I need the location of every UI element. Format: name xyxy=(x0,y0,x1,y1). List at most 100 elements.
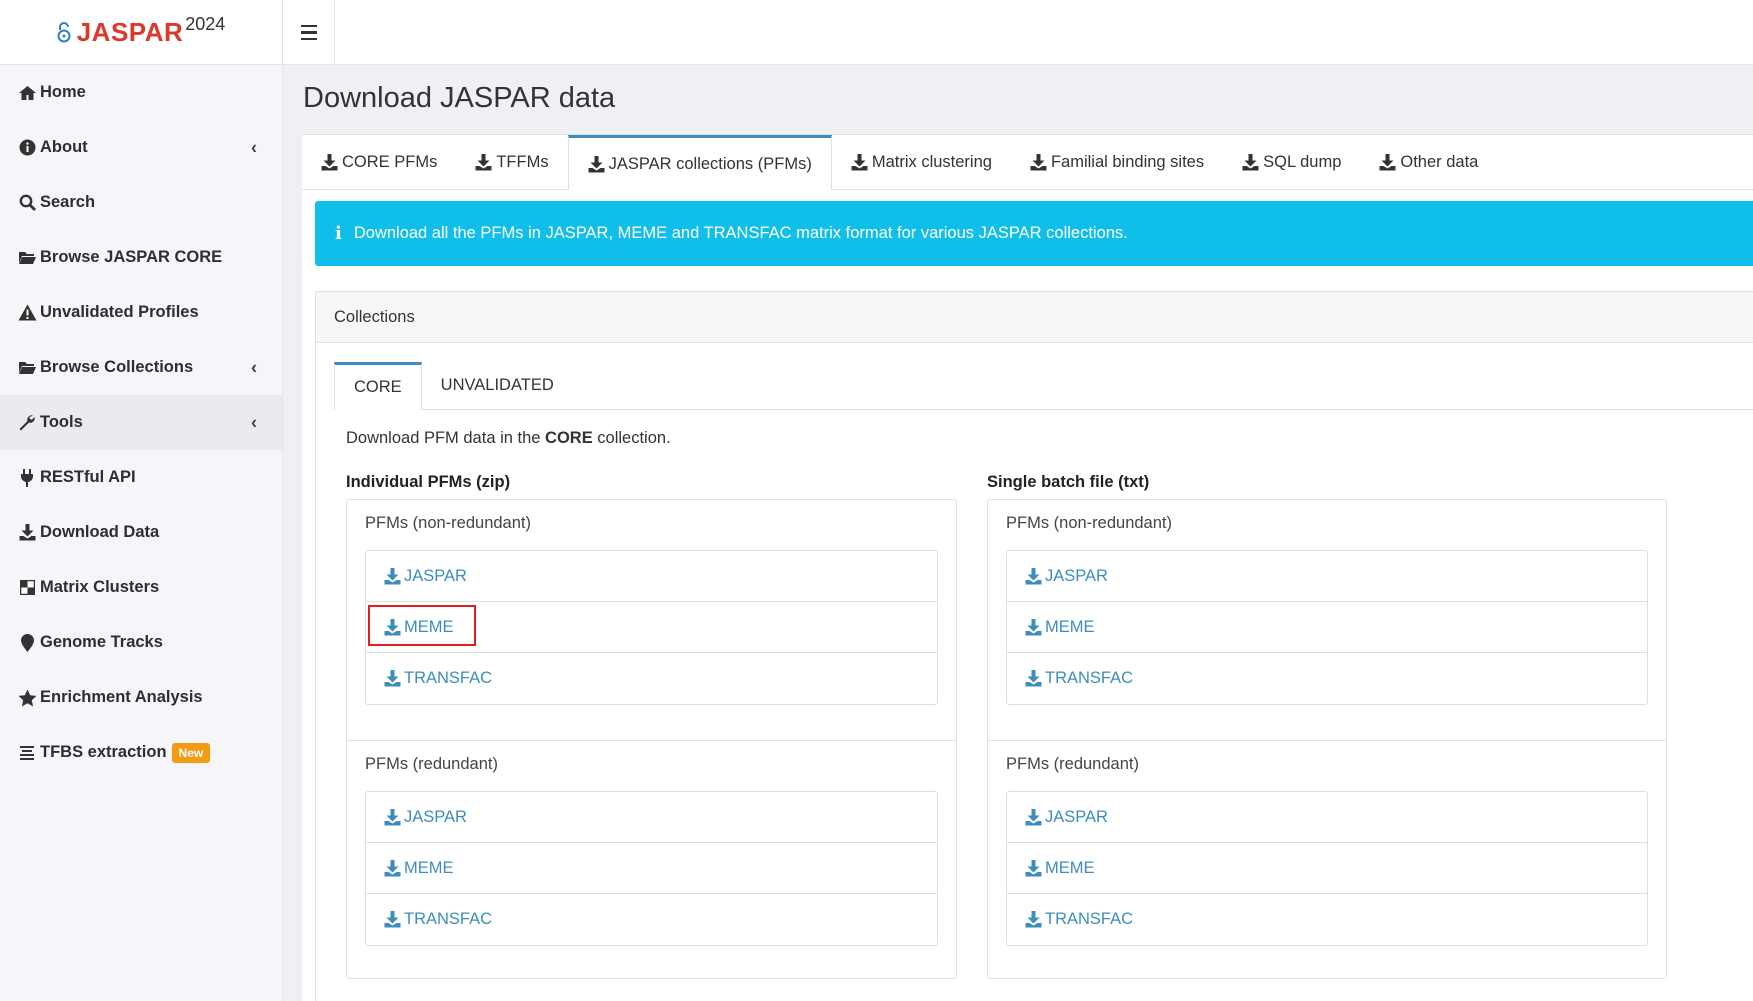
link-list: JASPAR MEME TRANSFAC xyxy=(1006,791,1648,946)
link-label: JASPAR xyxy=(1045,566,1108,585)
main-content: Download JASPAR data CORE PFMs TFFMs JAS… xyxy=(284,66,1753,1001)
link-list: JASPAR MEME TRANSFAC xyxy=(1006,550,1648,705)
link-label: TRANSFAC xyxy=(1045,669,1134,687)
download-link-meme[interactable]: MEME xyxy=(366,602,937,653)
download-link-transfac[interactable]: TRANSFAC xyxy=(366,894,937,945)
download-link-meme[interactable]: MEME xyxy=(1007,843,1647,894)
download-icon xyxy=(384,618,401,635)
panel-title: Collections xyxy=(316,292,1753,343)
tab-sql-dump[interactable]: SQL dump xyxy=(1223,135,1360,189)
folder-open-icon xyxy=(17,249,37,267)
intro-text: collection. xyxy=(592,429,671,447)
sidebar-item-tools[interactable]: Tools ‹ xyxy=(0,395,282,450)
download-link-jaspar[interactable]: JASPAR xyxy=(1007,792,1647,843)
download-icon xyxy=(1025,911,1042,928)
download-icon xyxy=(1379,153,1396,170)
tab-label: Familial binding sites xyxy=(1050,152,1205,171)
column-title-individual: Individual PFMs (zip) xyxy=(346,473,511,491)
tab-familial-binding-sites[interactable]: Familial binding sites xyxy=(1011,135,1223,189)
sidebar-item-enrichment-analysis[interactable]: Enrichment Analysis xyxy=(0,670,282,725)
sidebar-item-label: Matrix Clusters xyxy=(40,578,160,596)
download-icon xyxy=(588,155,605,172)
subtab-core[interactable]: CORE xyxy=(334,362,422,410)
download-link-transfac[interactable]: TRANSFAC xyxy=(1007,653,1647,704)
intro-collection-name: CORE xyxy=(545,429,593,447)
collections-panel: Collections CORE UNVALIDATED Download PF… xyxy=(315,291,1753,1001)
download-link-jaspar[interactable]: JASPAR xyxy=(366,551,937,602)
section-divider xyxy=(347,740,956,741)
sidebar-item-unvalidated-profiles[interactable]: Unvalidated Profiles xyxy=(0,285,282,340)
alert-text: Download all the PFMs in JASPAR, MEME an… xyxy=(353,224,1128,242)
download-icon xyxy=(1242,153,1259,170)
hamburger-menu-icon[interactable] xyxy=(283,0,335,65)
link-label: JASPAR xyxy=(404,807,467,826)
info-alert: i Download all the PFMs in JASPAR, MEME … xyxy=(315,201,1753,266)
link-label: MEME xyxy=(1045,858,1095,877)
align-icon xyxy=(17,744,37,762)
single-batch-box: PFMs (non-redundant) JASPAR MEME TRANSFA… xyxy=(987,499,1667,979)
download-link-jaspar[interactable]: JASPAR xyxy=(366,792,937,843)
sidebar-item-browse-jaspar-core[interactable]: Browse JASPAR CORE xyxy=(0,230,282,285)
download-icon xyxy=(1025,670,1042,687)
subtab-unvalidated[interactable]: UNVALIDATED xyxy=(422,362,573,409)
link-label: MEME xyxy=(404,858,454,877)
download-link-meme[interactable]: MEME xyxy=(1007,602,1647,653)
tab-label: SQL dump xyxy=(1263,152,1342,171)
download-link-meme[interactable]: MEME xyxy=(366,843,937,894)
download-icon xyxy=(1025,567,1042,584)
download-icon xyxy=(475,153,492,170)
sidebar-item-label: Enrichment Analysis xyxy=(40,688,203,706)
folder-open-icon xyxy=(17,359,37,377)
sidebar-item-label: Genome Tracks xyxy=(40,633,163,651)
download-link-transfac[interactable]: TRANSFAC xyxy=(366,653,937,704)
tab-matrix-clustering[interactable]: Matrix clustering xyxy=(832,135,1011,189)
info-icon: i xyxy=(335,223,342,244)
tab-tffms[interactable]: TFFMs xyxy=(456,135,567,189)
lock-icon xyxy=(57,22,71,43)
sidebar-item-matrix-clusters[interactable]: Matrix Clusters xyxy=(0,560,282,615)
plug-icon xyxy=(17,468,37,487)
download-icon xyxy=(321,153,338,170)
sidebar-item-tfbs-extraction[interactable]: TFBS extraction New xyxy=(0,725,282,780)
sidebar-item-home[interactable]: Home xyxy=(0,65,282,120)
brand-logo[interactable]: JASPAR 2024 xyxy=(0,0,283,65)
info-icon xyxy=(17,139,37,157)
search-icon xyxy=(17,194,37,212)
download-icon xyxy=(851,153,868,170)
warning-icon xyxy=(17,304,37,322)
sidebar-item-about[interactable]: About ‹ xyxy=(0,120,282,175)
sidebar-item-genome-tracks[interactable]: Genome Tracks xyxy=(0,615,282,670)
sidebar-item-search[interactable]: Search xyxy=(0,175,282,230)
collection-subtabs: CORE UNVALIDATED xyxy=(334,362,1753,410)
sidebar-item-restful-api[interactable]: RESTful API xyxy=(0,450,282,505)
sidebar-item-label: Browse JASPAR CORE xyxy=(40,248,223,266)
download-link-jaspar[interactable]: JASPAR xyxy=(1007,551,1647,602)
sidebar-item-download-data[interactable]: Download Data xyxy=(0,505,282,560)
intro-text: Download PFM data in the xyxy=(346,429,546,447)
download-icon xyxy=(384,670,401,687)
tab-label: Matrix clustering xyxy=(871,152,992,171)
section-title: PFMs (non-redundant) xyxy=(1006,514,1172,532)
new-badge: New xyxy=(171,742,211,763)
download-icon xyxy=(1025,808,1042,825)
link-label: TRANSFAC xyxy=(1045,910,1134,928)
tab-other-data[interactable]: Other data xyxy=(1360,135,1497,189)
home-icon xyxy=(17,84,37,102)
sidebar-item-browse-collections[interactable]: Browse Collections ‹ xyxy=(0,340,282,395)
page-title: Download JASPAR data xyxy=(303,82,616,114)
column-title-batch: Single batch file (txt) xyxy=(987,473,1150,491)
link-label: MEME xyxy=(404,617,454,636)
sidebar-item-label: About xyxy=(40,138,88,156)
sidebar-item-label: Tools xyxy=(40,413,83,431)
top-navbar xyxy=(283,0,1753,65)
link-label: TRANSFAC xyxy=(404,669,493,687)
tab-jaspar-collections[interactable]: JASPAR collections (PFMs) xyxy=(567,135,832,190)
section-title: PFMs (redundant) xyxy=(1006,755,1139,773)
download-icon xyxy=(384,567,401,584)
download-link-transfac[interactable]: TRANSFAC xyxy=(1007,894,1647,945)
tab-core-pfms[interactable]: CORE PFMs xyxy=(302,135,456,189)
link-label: MEME xyxy=(1045,617,1095,636)
collection-intro: Download PFM data in the CORE collection… xyxy=(346,429,671,448)
chevron-left-icon: ‹ xyxy=(251,412,257,432)
chevron-left-icon: ‹ xyxy=(251,137,257,157)
